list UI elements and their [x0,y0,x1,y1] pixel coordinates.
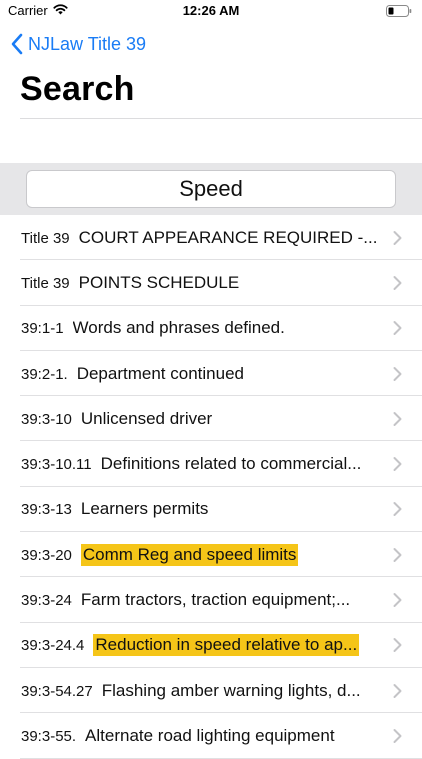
divider [20,118,422,119]
list-item-content: 39:3-10 Unlicensed driver [21,409,382,429]
list-item-content: 39:1-1 Words and phrases defined. [21,318,382,338]
section-number: 39:3-10 [21,410,72,428]
section-title: Department continued [76,363,244,383]
list-item[interactable]: 39:3-10.11 Definitions related to commerc… [0,441,422,488]
list-item-content: 39:3-13 Learners permits [21,499,382,519]
status-time: 12:26 AM [182,3,240,18]
section-title: Learners permits [80,499,209,519]
search-bar: Speed [0,163,422,215]
section-number: 39:3-55. [21,727,77,745]
chevron-right-icon [393,411,402,426]
list-item-content: 39:3-55. Alternate road lighting equipmen… [21,726,382,746]
chevron-right-icon [393,230,402,245]
list-item[interactable]: Title 39 POINTS SCHEDULE [0,260,422,306]
list-item[interactable]: 39:3-55. Alternate road lighting equipmen… [0,713,422,759]
list-item-content: 39:3-20 Comm Reg and speed limits [21,543,382,566]
section-title: COURT APPEARANCE REQUIRED -... [78,227,378,247]
chevron-right-icon [393,457,402,472]
back-button-label: NJLaw Title 39 [28,33,147,54]
chevron-right-icon [393,593,402,608]
section-number: 39:3-13 [21,501,72,519]
chevron-left-icon [11,33,23,55]
page-title: Search [20,70,135,108]
list-item-content: Title 39 COURT APPEARANCE REQUIRED -... [21,228,382,248]
section-title: Farm tractors, traction equipment;... [80,590,351,610]
section-title: Flashing amber warning lights, d... [101,680,361,700]
list-item[interactable]: 39:3-13 Learners permits [0,487,422,533]
section-number: 39:3-24 [21,592,72,610]
list-item-content: 39:3-24.4 Reduction in speed relative to … [21,634,382,657]
chevron-right-icon [393,366,402,381]
status-bar: Carrier 12:26 AM [0,0,422,22]
chevron-right-icon [393,683,402,698]
section-title: Reduction in speed relative to ap... [93,634,360,657]
section-number: 39:3-20 [21,546,72,564]
chevron-right-icon [393,728,402,743]
section-title: Alternate road lighting equipment [85,725,335,745]
section-title: Comm Reg and speed limits [80,543,299,566]
section-title: POINTS SCHEDULE [78,272,240,292]
list-item-content: Title 39 POINTS SCHEDULE [21,273,382,293]
list-item[interactable]: 39:1-1 Words and phrases defined. [0,306,422,352]
back-button[interactable]: NJLaw Title 39 [10,31,146,57]
chevron-right-icon [393,547,402,562]
section-number: 39:2-1. [21,365,68,383]
search-input[interactable]: Speed [26,170,396,208]
section-number: 39:3-54.27 [21,682,93,700]
list-item[interactable]: 39:3-20 Comm Reg and speed limits [0,532,422,578]
section-title: Words and phrases defined. [72,318,285,338]
list-item-content: 39:3-10.11 Definitions related to commerc… [21,454,382,474]
section-number: 39:3-10.11 [21,456,92,474]
list-item[interactable]: 39:3-54.27 Flashing amber warning lights,… [0,668,422,714]
list-item[interactable]: 39:3-24 Farm tractors, traction equipment… [0,577,422,623]
list-item-content: 39:2-1. Department continued [21,364,382,384]
chevron-right-icon [393,321,402,336]
list-item[interactable]: 39:3-24.4 Reduction in speed relative to … [0,623,422,669]
list-item[interactable]: 39:3-10 Unlicensed driver [0,396,422,442]
section-title: Definitions related to commercial... [100,454,362,474]
battery-icon [386,5,412,17]
chevron-right-icon [393,275,402,290]
list-item[interactable]: 39:2-1. Department continued [0,351,422,397]
section-number: Title 39 [21,229,70,247]
section-number: 39:3-24.4 [21,637,85,655]
list-item[interactable]: Title 39 COURT APPEARANCE REQUIRED -... [0,215,422,261]
chevron-right-icon [393,502,402,517]
section-number: 39:1-1 [21,320,64,338]
list-item-content: 39:3-54.27 Flashing amber warning lights,… [21,681,382,701]
results-list: Title 39 COURT APPEARANCE REQUIRED -... Ti… [0,215,422,759]
chevron-right-icon [393,638,402,653]
list-item-content: 39:3-24 Farm tractors, traction equipment… [21,590,382,610]
section-title: Unlicensed driver [80,408,213,428]
section-number: Title 39 [21,274,70,292]
